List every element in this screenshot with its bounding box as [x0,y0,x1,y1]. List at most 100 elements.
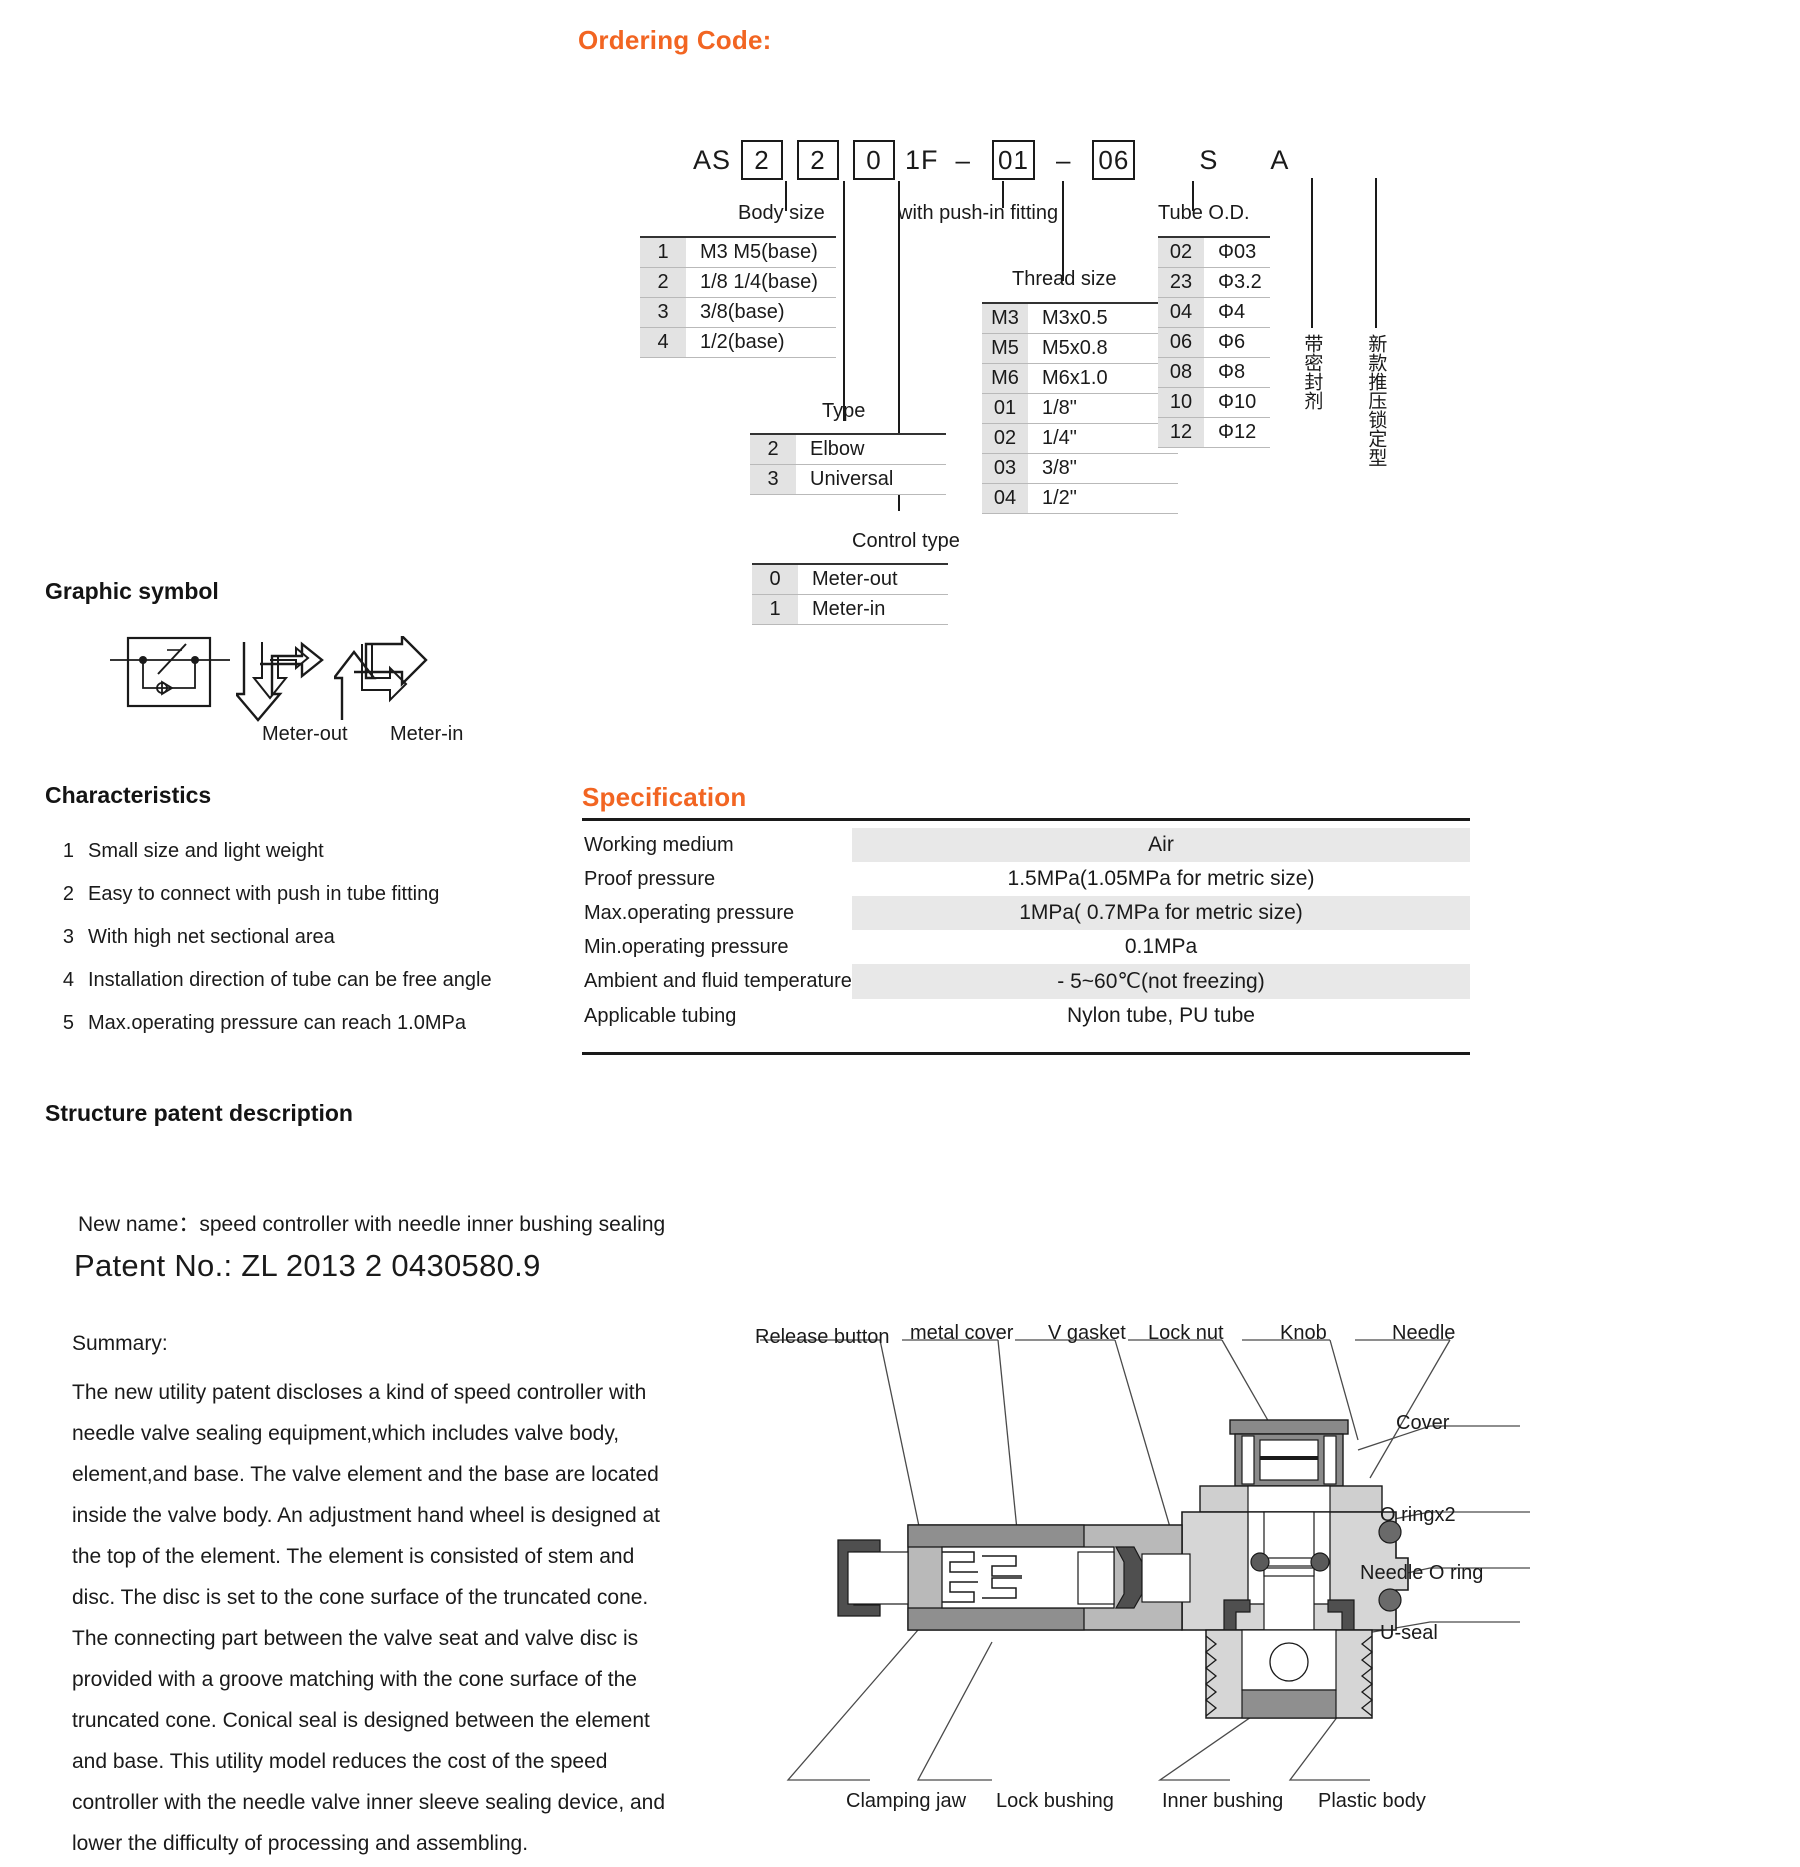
thread-desc: 1/4" [1028,423,1178,454]
table-row: Proof pressure 1.5MPa(1.05MPa for metric… [582,862,1470,896]
diagram-label-plastic-body: Plastic body [1318,1790,1426,1812]
callout-type: Type [822,400,866,422]
body-size-code: 4 [640,327,686,358]
code-segment-a: A [1270,144,1290,175]
tube-desc: Φ8 [1204,357,1270,388]
diagram-label-clamping-jaw: Clamping jaw [846,1790,967,1812]
characteristic-number: 4 [62,969,74,991]
diagram-label-lock-bushing: Lock bushing [996,1790,1114,1812]
diagram-label-o-ringx2: O ringx2 [1380,1504,1456,1526]
control-type-code: 1 [752,594,798,625]
tube-od-table: 02 Φ03 23 Φ3.2 04 Φ4 06 Φ6 08 Φ8 10 Φ10 … [1158,236,1270,448]
summary-line: The connecting part between the valve se… [72,1627,639,1650]
diagram-label-needle-o-ring: Needle O ring [1360,1562,1484,1584]
patent-new-name: New name：speed controller with needle in… [78,1213,666,1236]
spec-value: - 5~60℃(not freezing) [852,964,1470,999]
tube-code: 23 [1158,267,1204,298]
thread-size-table: M3 M3x0.5 M5 M5x0.8 M6 M6x1.0 01 1/8" 02… [982,302,1178,514]
spec-value: Nylon tube, PU tube [1067,1004,1255,1027]
leader-type [843,181,845,421]
ordering-code-heading: Ordering Code: [578,25,772,55]
specification-bottom-rule [582,1052,1470,1055]
patent-number: Patent No.: ZL 2013 2 0430580.9 [74,1248,541,1283]
type-code: 2 [750,433,796,465]
code-segment-1f: 1F [905,144,939,175]
table-row: Applicable tubing Nylon tube, PU tube [582,999,1470,1033]
diagram-label-u-seal: U-seal [1380,1622,1438,1644]
summary-line: provided with a groove matching with the… [72,1668,637,1691]
table-row: Min.operating pressure 0.1MPa [582,930,1470,964]
tube-code: 08 [1158,357,1204,388]
table-row: Ambient and fluid temperature - 5~60℃(no… [582,964,1470,999]
thread-desc: 3/8" [1028,453,1178,484]
spec-label: Min.operating pressure [584,935,789,958]
characteristic-number: 2 [62,883,74,905]
summary-line: lower the difficulty of processing and a… [72,1832,529,1855]
thread-desc: 1/2" [1028,483,1178,514]
tube-desc: Φ3.2 [1204,267,1270,298]
characteristic-text: Easy to connect with push in tube fittin… [88,883,440,905]
characteristic-text: Max.operating pressure can reach 1.0MPa [88,1012,466,1034]
summary-line: controller with the needle valve inner s… [72,1791,666,1814]
body-size-desc: 1/8 1/4(base) [686,267,836,298]
thread-code: M5 [982,333,1028,364]
characteristic-number: 5 [62,1012,74,1034]
callout-body-size: Body size [738,202,825,224]
code-box-type: 2 [797,140,840,180]
diagram-label-needle: Needle [1392,1322,1456,1344]
spec-value: Air [852,828,1470,862]
diagram-label-inner-bushing: Inner bushing [1162,1790,1284,1812]
code-box-tube-od: 06 [1092,140,1136,180]
callout-tube-od: Tube O.D. [1158,202,1250,224]
diagram-label-v-gasket: V gasket [1048,1322,1126,1344]
body-size-desc: 1/2(base) [686,327,836,358]
characteristic-text: Installation direction of tube can be fr… [88,969,492,991]
meter-out-arrow-icon [236,641,324,722]
thread-desc: M5x0.8 [1028,333,1178,364]
tube-code: 10 [1158,387,1204,418]
spec-value: 1.5MPa(1.05MPa for metric size) [1007,867,1315,890]
thread-code: 02 [982,423,1028,454]
thread-desc: M6x1.0 [1028,363,1178,394]
type-desc: Universal [796,464,946,495]
callout-push-lock-cjk: 新款推压锁定型 [1365,334,1388,467]
diagram-label-cover: Cover [1396,1412,1450,1434]
spec-value: 0.1MPa [1124,935,1198,958]
spec-value: 1MPa( 0.7MPa for metric size) [852,896,1470,930]
control-type-desc: Meter-out [798,563,948,595]
leader-thread-size [1062,181,1064,281]
thread-code: M6 [982,363,1028,394]
callout-push-in-fitting: with push-in fitting [898,202,1059,224]
spec-label: Proof pressure [584,867,716,890]
type-desc: Elbow [796,433,946,465]
summary-line: element,and base. The valve element and … [72,1463,659,1486]
meter-in-caption: Meter-in [390,723,464,745]
summary-paragraph: The new utility patent discloses a kind … [72,1372,692,1864]
tube-desc: Φ03 [1204,236,1270,268]
body-size-code: 1 [640,236,686,268]
thread-code: 01 [982,393,1028,424]
body-size-code: 3 [640,297,686,328]
body-size-desc: 3/8(base) [686,297,836,328]
tube-code: 04 [1158,297,1204,328]
code-box-body-size: 2 [741,140,784,180]
tube-code: 06 [1158,327,1204,358]
type-table: 2 Elbow 3 Universal [750,433,946,495]
characteristics-heading: Characteristics [45,782,212,808]
callout-control-type: Control type [852,530,960,552]
characteristic-item: 1 Small size and light weight [62,840,532,863]
summary-line: and base. This utility model reduces the… [72,1750,608,1773]
meter-in-arrow-icon [334,636,428,720]
table-row: Max.operating pressure 1MPa( 0.7MPa for … [582,896,1470,930]
summary-line: disc. The disc is set to the cone surfac… [72,1586,649,1609]
thread-code: 03 [982,453,1028,484]
characteristic-item: 3 With high net sectional area [62,926,532,949]
ordering-code-string: AS 2 2 0 1F – 01 – 06 S A [690,140,1292,180]
characteristic-text: With high net sectional area [88,926,335,948]
code-box-thread-size: 01 [992,140,1035,180]
spec-label: Ambient and fluid temperature [584,970,852,992]
control-type-table: 0 Meter-out 1 Meter-in [752,563,948,625]
characteristics-list: 1 Small size and light weight 2 Easy to … [62,840,532,1035]
diagram-label-release-button: Release button [755,1326,890,1348]
summary-line: truncated cone. Conical seal is designed… [72,1709,650,1732]
